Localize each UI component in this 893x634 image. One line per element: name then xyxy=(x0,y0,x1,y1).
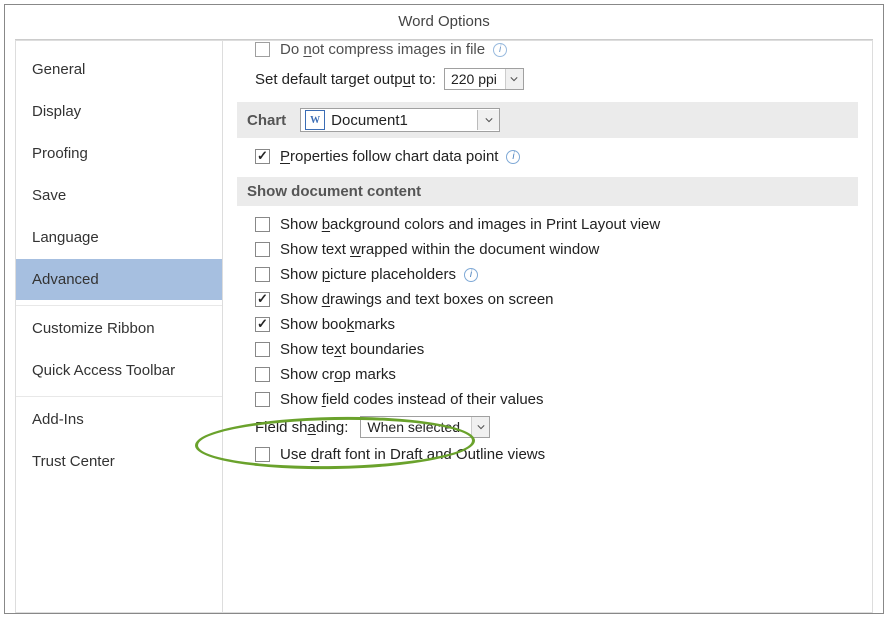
sidebar-item-label: Advanced xyxy=(32,271,99,288)
checkbox-input[interactable] xyxy=(255,342,270,357)
sidebar-item-display[interactable]: Display xyxy=(16,91,222,133)
checkbox-compress-images[interactable]: Do not compress images in file xyxy=(255,41,485,58)
sidebar-item-general[interactable]: General xyxy=(16,49,222,91)
row-drawings-textboxes: Show drawings and text boxes on screen xyxy=(237,289,858,310)
section-chart: Chart W Document1 xyxy=(237,102,858,138)
checkbox-label: Show bookmarks xyxy=(280,316,395,333)
sidebar-item-label: Display xyxy=(32,103,81,120)
row-crop-marks: Show crop marks xyxy=(237,364,858,385)
output-select[interactable]: 220 ppi xyxy=(444,68,524,90)
info-icon[interactable]: i xyxy=(506,150,520,164)
output-label: Set default target output to: xyxy=(255,71,436,88)
sidebar-item-label: Save xyxy=(32,187,66,204)
info-icon[interactable]: i xyxy=(493,43,507,57)
checkbox-text-wrapped[interactable]: Show text wrapped within the document wi… xyxy=(255,241,599,258)
chart-doc-name: Document1 xyxy=(331,112,408,129)
checkbox-input[interactable] xyxy=(255,267,270,282)
content-pane: Do not compress images in file i Set def… xyxy=(223,40,873,613)
checkbox-input[interactable] xyxy=(255,149,270,164)
word-doc-icon: W xyxy=(305,110,325,130)
sidebar-item-addins[interactable]: Add-Ins xyxy=(16,396,222,441)
field-shading-select[interactable]: When selected xyxy=(360,416,490,438)
checkbox-input[interactable] xyxy=(255,42,270,57)
checkbox-input[interactable] xyxy=(255,392,270,407)
sidebar: General Display Proofing Save Language A… xyxy=(15,40,223,613)
sidebar-item-customize-ribbon[interactable]: Customize Ribbon xyxy=(16,305,222,350)
word-options-dialog: Word Options General Display Proofing Sa… xyxy=(4,4,884,614)
checkbox-label: Show text wrapped within the document wi… xyxy=(280,241,599,258)
checkbox-input[interactable] xyxy=(255,367,270,382)
sidebar-item-qat[interactable]: Quick Access Toolbar xyxy=(16,350,222,392)
row-field-shading: Field shading: When selected xyxy=(237,414,858,440)
row-picture-placeholders: Show picture placeholders i xyxy=(237,264,858,285)
checkbox-text-boundaries[interactable]: Show text boundaries xyxy=(255,341,424,358)
row-bookmarks: Show bookmarks xyxy=(237,314,858,335)
row-field-codes: Show field codes instead of their values xyxy=(237,389,858,410)
chevron-down-icon xyxy=(505,69,523,89)
checkbox-properties-follow[interactable]: Properties follow chart data point xyxy=(255,148,498,165)
checkbox-label: Do not compress images in file xyxy=(280,41,485,58)
sidebar-item-label: Quick Access Toolbar xyxy=(32,362,175,379)
checkbox-field-codes[interactable]: Show field codes instead of their values xyxy=(255,391,544,408)
checkbox-label: Use draft font in Draft and Outline view… xyxy=(280,446,545,463)
sidebar-item-label: Trust Center xyxy=(32,453,115,470)
checkbox-input[interactable] xyxy=(255,317,270,332)
field-shading-label: Field shading: xyxy=(255,419,348,436)
sidebar-item-label: Customize Ribbon xyxy=(32,320,155,337)
checkbox-drawings-textboxes[interactable]: Show drawings and text boxes on screen xyxy=(255,291,554,308)
checkbox-crop-marks[interactable]: Show crop marks xyxy=(255,366,396,383)
chart-header-label: Chart xyxy=(247,112,294,129)
sidebar-item-advanced[interactable]: Advanced xyxy=(16,259,222,301)
checkbox-label: Show picture placeholders xyxy=(280,266,456,283)
checkbox-show-background[interactable]: Show background colors and images in Pri… xyxy=(255,216,660,233)
checkbox-bookmarks[interactable]: Show bookmarks xyxy=(255,316,395,333)
row-default-output: Set default target output to: 220 ppi xyxy=(237,66,858,92)
sidebar-item-save[interactable]: Save xyxy=(16,175,222,217)
checkbox-label: Show drawings and text boxes on screen xyxy=(280,291,554,308)
checkbox-label: Show background colors and images in Pri… xyxy=(280,216,660,233)
section-label: Show document content xyxy=(247,183,421,200)
checkbox-input[interactable] xyxy=(255,242,270,257)
field-shading-value: When selected xyxy=(367,419,460,435)
sidebar-item-label: Add-Ins xyxy=(32,411,84,428)
window-title: Word Options xyxy=(398,13,489,30)
info-icon[interactable]: i xyxy=(464,268,478,282)
chart-document-select[interactable]: W Document1 xyxy=(300,108,500,132)
sidebar-item-proofing[interactable]: Proofing xyxy=(16,133,222,175)
checkbox-input[interactable] xyxy=(255,447,270,462)
row-text-boundaries: Show text boundaries xyxy=(237,339,858,360)
row-compress-images: Do not compress images in file i xyxy=(237,40,858,60)
checkbox-picture-placeholders[interactable]: Show picture placeholders xyxy=(255,266,456,283)
checkbox-label: Show crop marks xyxy=(280,366,396,383)
dialog-body: General Display Proofing Save Language A… xyxy=(15,39,873,613)
checkbox-input[interactable] xyxy=(255,292,270,307)
row-show-background: Show background colors and images in Pri… xyxy=(237,214,858,235)
chevron-down-icon xyxy=(477,110,499,130)
checkbox-draft-font[interactable]: Use draft font in Draft and Outline view… xyxy=(255,446,545,463)
checkbox-label: Show text boundaries xyxy=(280,341,424,358)
sidebar-item-trust-center[interactable]: Trust Center xyxy=(16,441,222,483)
sidebar-item-label: Proofing xyxy=(32,145,88,162)
title-bar: Word Options xyxy=(5,5,883,39)
row-properties-follow: Properties follow chart data point i xyxy=(237,146,858,167)
checkbox-label: Show field codes instead of their values xyxy=(280,391,544,408)
row-draft-font: Use draft font in Draft and Outline view… xyxy=(237,444,858,465)
chevron-down-icon xyxy=(471,417,489,437)
sidebar-item-language[interactable]: Language xyxy=(16,217,222,259)
sidebar-item-label: General xyxy=(32,61,85,78)
output-value: 220 ppi xyxy=(451,71,497,87)
checkbox-label: Properties follow chart data point xyxy=(280,148,498,165)
section-show-document-content: Show document content xyxy=(237,177,858,206)
row-text-wrapped: Show text wrapped within the document wi… xyxy=(237,239,858,260)
checkbox-input[interactable] xyxy=(255,217,270,232)
sidebar-item-label: Language xyxy=(32,229,99,246)
